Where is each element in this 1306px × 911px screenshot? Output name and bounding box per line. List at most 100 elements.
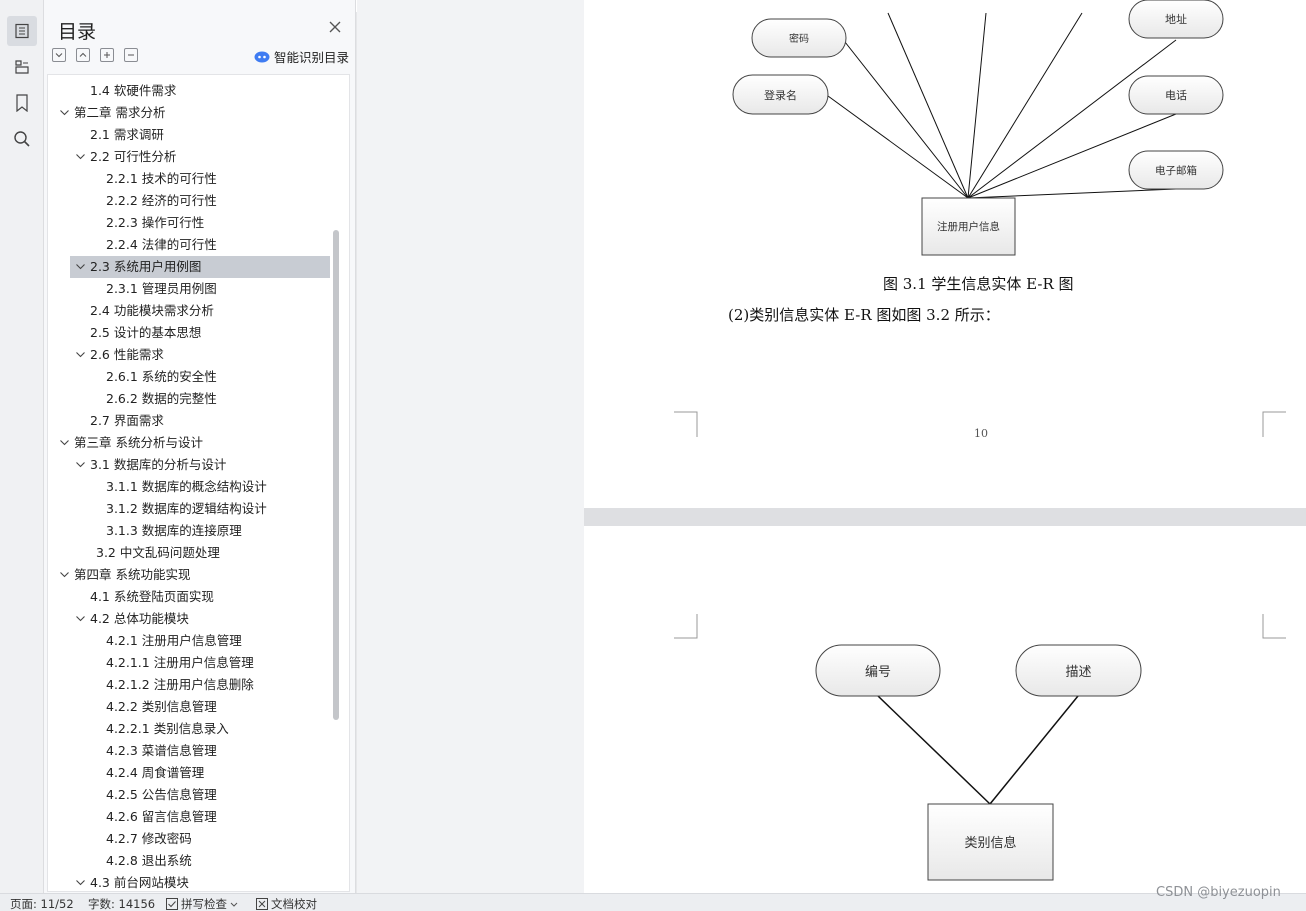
- page-number: 10: [974, 427, 988, 440]
- toc-item-label: 2.2.3 操作可行性: [106, 215, 205, 230]
- toc-item-label: 2.2.1 技术的可行性: [106, 171, 217, 186]
- toc-item[interactable]: 4.2.8 退出系统: [48, 850, 330, 872]
- toc-item[interactable]: 2.2.2 经济的可行性: [48, 190, 330, 212]
- toc-item-label: 4.2.4 周食谱管理: [106, 765, 205, 780]
- toc-item[interactable]: 第三章 系统分析与设计: [48, 432, 330, 454]
- toc-item-label: 2.2.2 经济的可行性: [106, 193, 217, 208]
- toc-item-label: 4.2.1.1 注册用户信息管理: [106, 655, 254, 670]
- toc-list: 1.4 软硬件需求第二章 需求分析 2.1 需求调研 2.2 可行性分析 2.2.1 …: [47, 74, 350, 892]
- toc-icon[interactable]: [7, 16, 37, 46]
- add-heading-icon[interactable]: [100, 48, 114, 62]
- toc-item[interactable]: 4.2.1.2 注册用户信息删除: [48, 674, 330, 696]
- toc-item[interactable]: 4.2.5 公告信息管理: [48, 784, 330, 806]
- toc-item-label: 第三章 系统分析与设计: [74, 435, 203, 450]
- toc-item[interactable]: 第四章 系统功能实现: [48, 564, 330, 586]
- toc-item-label: 3.2 中文乱码问题处理: [96, 545, 220, 560]
- toc-item-label: 2.3.1 管理员用例图: [106, 281, 217, 296]
- toc-item[interactable]: 2.6 性能需求: [48, 344, 330, 366]
- toc-item[interactable]: 2.7 界面需求: [48, 410, 330, 432]
- toc-item[interactable]: 第二章 需求分析: [48, 102, 330, 124]
- toc-item-label: 2.5 设计的基本思想: [90, 325, 202, 340]
- chevron-down-icon[interactable]: [75, 613, 86, 624]
- toc-item-label: 4.2.5 公告信息管理: [106, 787, 217, 802]
- toc-item-label: 2.4 功能模块需求分析: [90, 303, 214, 318]
- bookmark-icon[interactable]: [7, 88, 37, 118]
- toc-item-label: 4.2.8 退出系统: [106, 853, 192, 868]
- toc-item[interactable]: 4.2.4 周食谱管理: [48, 762, 330, 784]
- spell-check-toggle[interactable]: 拼写检查: [166, 896, 238, 911]
- toc-item[interactable]: 2.5 设计的基本思想: [48, 322, 330, 344]
- proofread-icon: [256, 898, 268, 910]
- navigation-icon[interactable]: [7, 52, 37, 82]
- chevron-down-icon[interactable]: [75, 151, 86, 162]
- chevron-down-icon[interactable]: [75, 459, 86, 470]
- toc-item-label: 3.1.3 数据库的连接原理: [106, 523, 242, 538]
- proofread-button[interactable]: 文档校对: [256, 896, 317, 911]
- toc-item[interactable]: 2.3 系统用户用例图: [70, 256, 330, 278]
- toc-item[interactable]: 2.4 功能模块需求分析: [48, 300, 330, 322]
- toc-item[interactable]: 2.1 需求调研: [48, 124, 330, 146]
- page-gap: [584, 508, 1306, 526]
- page-indicator[interactable]: 页面: 11/52: [10, 896, 74, 911]
- watermark: CSDN @biyezuopin: [1156, 885, 1281, 900]
- toc-item[interactable]: 4.2.1.1 注册用户信息管理: [48, 652, 330, 674]
- remove-heading-icon[interactable]: [124, 48, 138, 62]
- toc-item[interactable]: 1.4 软硬件需求: [48, 80, 330, 102]
- toc-item[interactable]: 4.2.6 留言信息管理: [48, 806, 330, 828]
- toc-item[interactable]: 3.2 中文乱码问题处理: [48, 542, 330, 564]
- word-count[interactable]: 字数: 14156: [88, 896, 155, 911]
- attr-desc-label: 描述: [1065, 665, 1092, 680]
- toc-item-label: 3.1 数据库的分析与设计: [90, 457, 227, 472]
- toc-item[interactable]: 4.2.2 类别信息管理: [48, 696, 330, 718]
- chevron-down-icon[interactable]: [59, 569, 70, 580]
- chevron-down-icon[interactable]: [75, 261, 86, 272]
- toc-item-label: 3.1.2 数据库的逻辑结构设计: [106, 501, 267, 516]
- toc-item[interactable]: 2.2.4 法律的可行性: [48, 234, 330, 256]
- chevron-down-icon[interactable]: [59, 107, 70, 118]
- toc-item-label: 2.2 可行性分析: [90, 149, 177, 164]
- close-icon[interactable]: [328, 19, 344, 35]
- toc-item-label: 2.6.1 系统的安全性: [106, 369, 217, 384]
- toc-item-label: 3.1.1 数据库的概念结构设计: [106, 479, 267, 494]
- expand-all-icon[interactable]: [52, 48, 66, 62]
- toc-item[interactable]: 4.2 总体功能模块: [48, 608, 330, 630]
- attr-email-label: 电子邮箱: [1155, 165, 1197, 177]
- search-icon[interactable]: [7, 124, 37, 154]
- toc-item[interactable]: 4.3 前台网站模块: [48, 872, 330, 891]
- chevron-down-icon[interactable]: [75, 877, 86, 888]
- toc-item[interactable]: 2.2.3 操作可行性: [48, 212, 330, 234]
- toc-item-label: 2.3 系统用户用例图: [90, 259, 202, 274]
- toc-item[interactable]: 4.2.1 注册用户信息管理: [48, 630, 330, 652]
- toc-item-label: 4.2.2.1 类别信息录入: [106, 721, 229, 736]
- toc-item[interactable]: 4.2.2.1 类别信息录入: [48, 718, 330, 740]
- toc-item[interactable]: 2.2.1 技术的可行性: [48, 168, 330, 190]
- toc-item[interactable]: 2.6.2 数据的完整性: [48, 388, 330, 410]
- toc-item[interactable]: 4.2.7 修改密码: [48, 828, 330, 850]
- chevron-down-icon[interactable]: [59, 437, 70, 448]
- toc-item[interactable]: 4.1 系统登陆页面实现: [48, 586, 330, 608]
- proofread-label: 文档校对: [271, 897, 317, 911]
- collapse-all-icon[interactable]: [76, 48, 90, 62]
- toc-item[interactable]: 2.2 可行性分析: [48, 146, 330, 168]
- toc-item-label: 2.2.4 法律的可行性: [106, 237, 217, 252]
- toc-item[interactable]: 3.1 数据库的分析与设计: [48, 454, 330, 476]
- figure-caption: 图 3.1 学生信息实体 E-R 图: [883, 275, 1074, 293]
- smart-toc-button[interactable]: 智能识别目录: [254, 47, 349, 66]
- smart-toc-label: 智能识别目录: [274, 50, 350, 65]
- chevron-down-icon: [230, 902, 238, 907]
- toc-item-label: 第二章 需求分析: [74, 105, 166, 120]
- toc-item[interactable]: 3.1.1 数据库的概念结构设计: [48, 476, 330, 498]
- toc-item[interactable]: 3.1.3 数据库的连接原理: [48, 520, 330, 542]
- toc-item[interactable]: 2.6.1 系统的安全性: [48, 366, 330, 388]
- toc-item[interactable]: 2.3.1 管理员用例图: [48, 278, 330, 300]
- toc-panel: 目录 智能识别目录 1.4 软硬件需求 第二章 需求分析 2.1 需求调研 2.2 可…: [44, 0, 356, 893]
- toc-item-label: 4.2.7 修改密码: [106, 831, 192, 846]
- toc-scrollbar[interactable]: [333, 230, 339, 720]
- chevron-down-icon[interactable]: [75, 349, 86, 360]
- toc-item-label: 2.6.2 数据的完整性: [106, 391, 217, 406]
- document-page-10: [584, 0, 1306, 508]
- entity-category-label: 类别信息: [964, 836, 1017, 851]
- toc-item[interactable]: 3.1.2 数据库的逻辑结构设计: [48, 498, 330, 520]
- toc-item[interactable]: 4.2.3 菜谱信息管理: [48, 740, 330, 762]
- attr-password-label: 密码: [789, 34, 809, 45]
